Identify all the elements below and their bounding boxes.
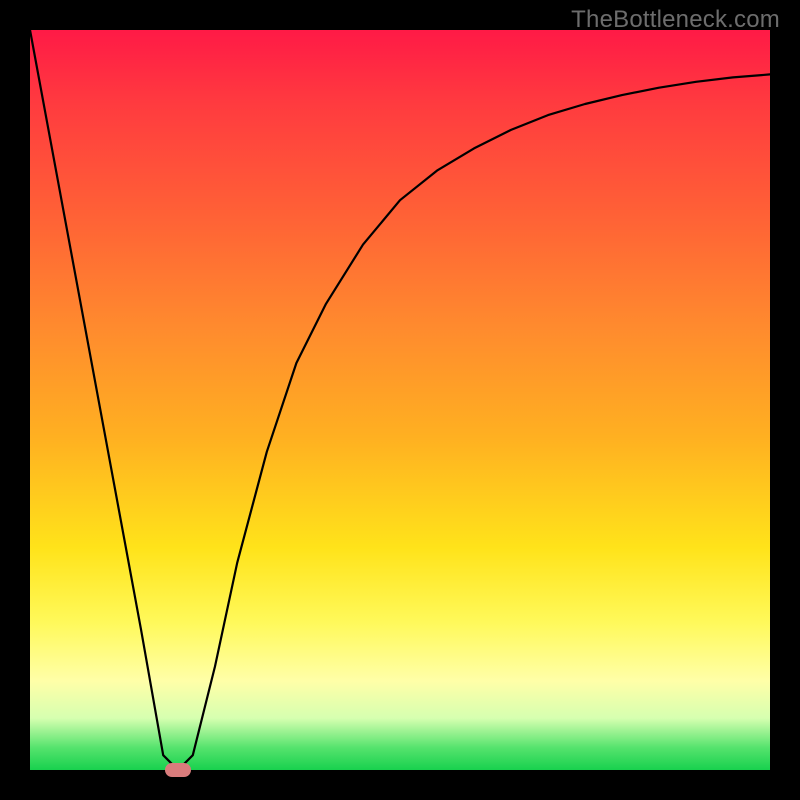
- bottleneck-curve: [30, 30, 770, 770]
- plot-area: [30, 30, 770, 770]
- curve-path: [30, 30, 770, 770]
- optimal-marker: [165, 763, 191, 777]
- chart-frame: TheBottleneck.com: [0, 0, 800, 800]
